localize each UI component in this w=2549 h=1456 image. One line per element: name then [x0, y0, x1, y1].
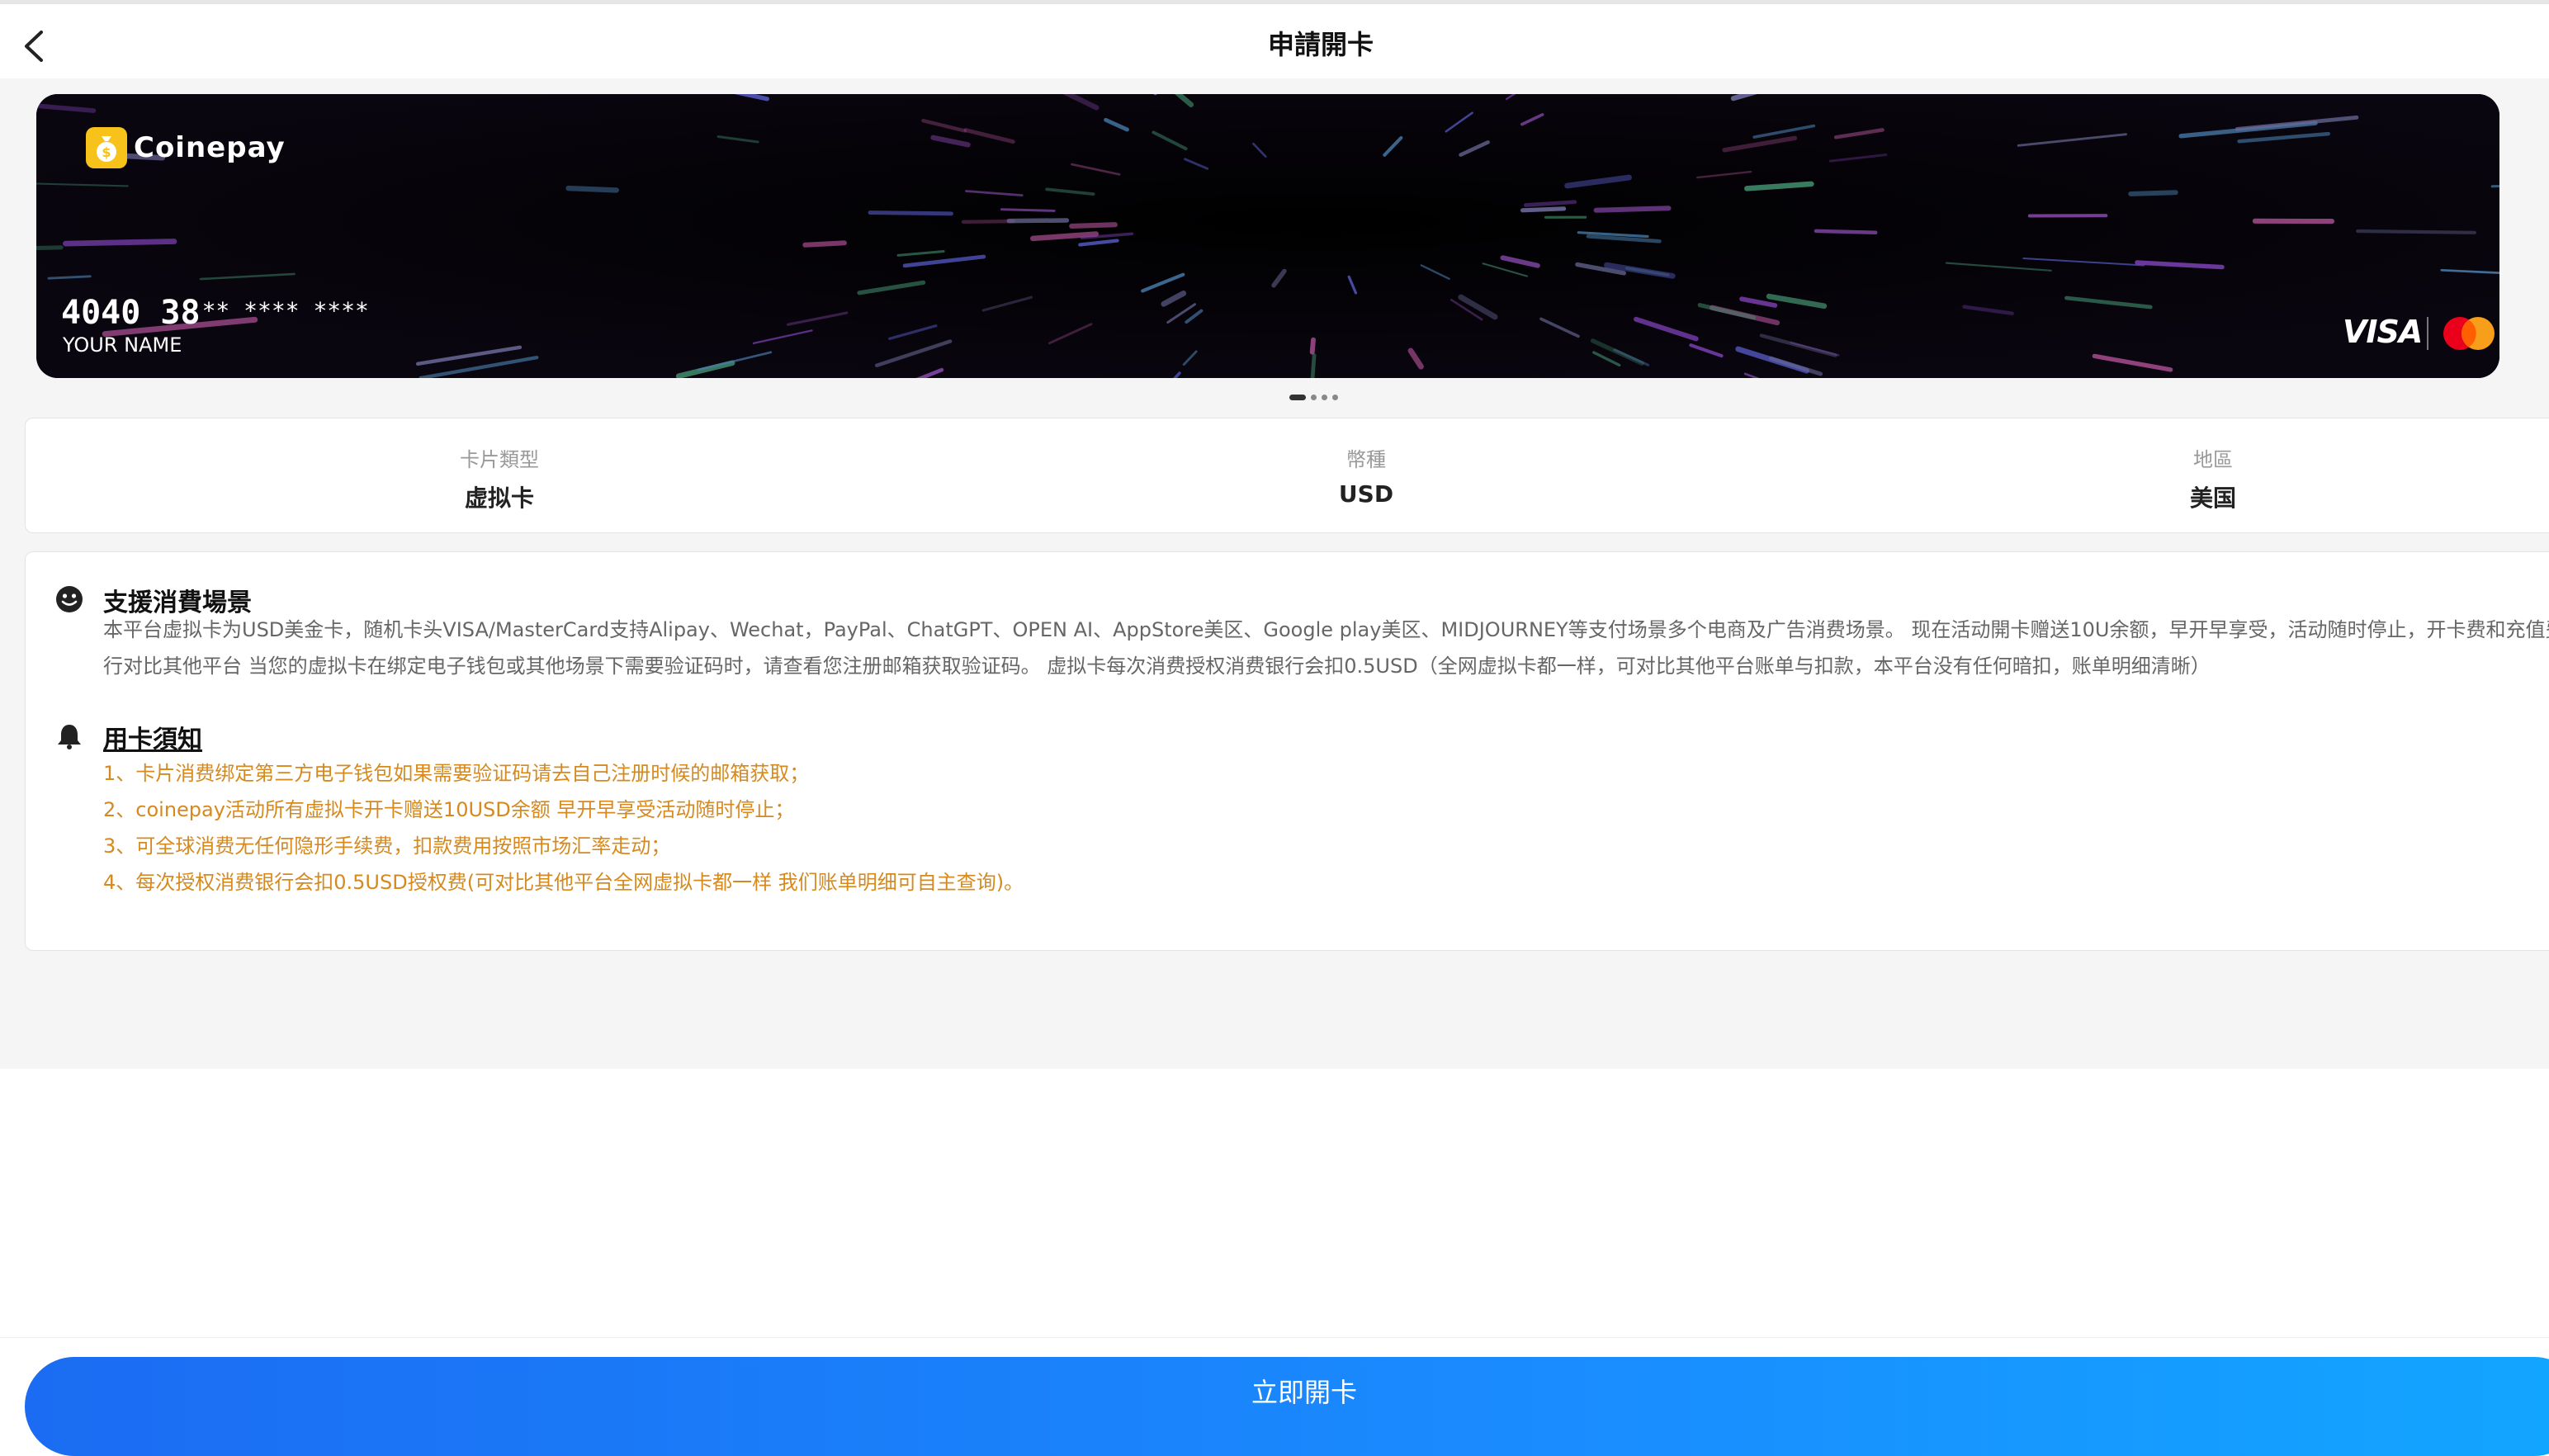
light-streak: [569, 188, 617, 190]
card-preview[interactable]: $ Coinepay 4040 38** **** **** YOUR NAME…: [36, 94, 2499, 378]
page-title: 申請開卡: [0, 24, 2549, 62]
light-streak: [1001, 210, 1054, 211]
card-type-label: 卡片類型: [334, 443, 664, 472]
card-number-masked: ** **** ****: [202, 297, 369, 324]
brand-name: Coinepay: [134, 131, 286, 164]
apply-card-button[interactable]: 立即開卡: [25, 1357, 2549, 1456]
visa-logo: VISA: [2343, 314, 2422, 350]
notice-item: 1、卡片消费绑定第三方电子钱包如果需要验证码请去自己注册时候的邮箱获取；: [103, 757, 809, 786]
brand-logo: $ Coinepay: [86, 127, 286, 168]
carousel-dot[interactable]: [1332, 395, 1338, 400]
light-streak: [963, 221, 1014, 222]
light-streak: [1312, 355, 1314, 378]
notice-title: 用卡須知: [103, 719, 202, 755]
card-type-value: 虚拟卡: [334, 480, 664, 513]
smiley-icon: [55, 585, 83, 613]
card-background: [36, 94, 2499, 378]
light-streak: [1312, 340, 1313, 352]
carousel-dot[interactable]: [1311, 395, 1317, 400]
light-streak: [2357, 231, 2475, 233]
region-info: 地區 美国: [2048, 443, 2378, 513]
carousel-dot[interactable]: [1289, 395, 1306, 400]
region-label: 地區: [2048, 443, 2378, 472]
notice-item: 3、可全球消费无任何隐形手续费，扣款费用按照市场汇率走动；: [103, 830, 670, 858]
notice-item: 4、每次授权消费银行会扣0.5USD授权费(可对比其他平台全网虚拟卡都一样 我们…: [103, 866, 1024, 895]
light-streak: [1816, 231, 1875, 233]
light-streak: [805, 243, 844, 245]
carousel-indicator: [1289, 393, 1343, 401]
moneybag-icon: $: [86, 127, 127, 168]
light-streak: [1071, 225, 1115, 226]
light-streak: [1523, 209, 1564, 210]
card-info-panel: 卡片類型 虚拟卡 幣種 USD 地區 美国: [25, 418, 2549, 533]
light-streak: [1009, 220, 1066, 221]
light-streak: [870, 213, 952, 214]
scenes-text-line-1: 本平台虚拟卡为USD美金卡，随机卡头VISA/MasterCard支持Alipa…: [103, 612, 2549, 648]
light-streak: [66, 242, 175, 244]
card-type-info: 卡片類型 虚拟卡: [334, 443, 664, 513]
currency-info: 幣種 USD: [1201, 443, 1531, 508]
card-number: 4040 38** **** ****: [61, 294, 369, 332]
card-number-prefix: 4040 38: [61, 294, 201, 332]
region-value: 美国: [2048, 480, 2378, 513]
mastercard-icon: [2438, 315, 2499, 352]
light-streak: [1596, 208, 1669, 210]
logo-divider: [2427, 317, 2428, 350]
light-streak: [2130, 192, 2176, 194]
svg-text:$: $: [102, 144, 111, 160]
currency-label: 幣種: [1201, 443, 1531, 472]
header: 申請開卡: [0, 4, 2549, 78]
notice-item: 2、coinepay活动所有虚拟卡开卡赠送10USD余额 早开早享受活动随时停止…: [103, 793, 794, 822]
description-panel: 支援消費場景 本平台虚拟卡为USD美金卡，随机卡头VISA/MasterCard…: [25, 551, 2549, 951]
bell-icon: [55, 722, 83, 750]
cardholder-name: YOUR NAME: [63, 333, 182, 357]
scenes-text-line-2: 行对比其他平台 当您的虚拟卡在绑定电子钱包或其他场景下需要验证码时，请查看您注册…: [103, 648, 2211, 684]
carousel-dot[interactable]: [1322, 395, 1327, 400]
currency-value: USD: [1201, 480, 1531, 508]
